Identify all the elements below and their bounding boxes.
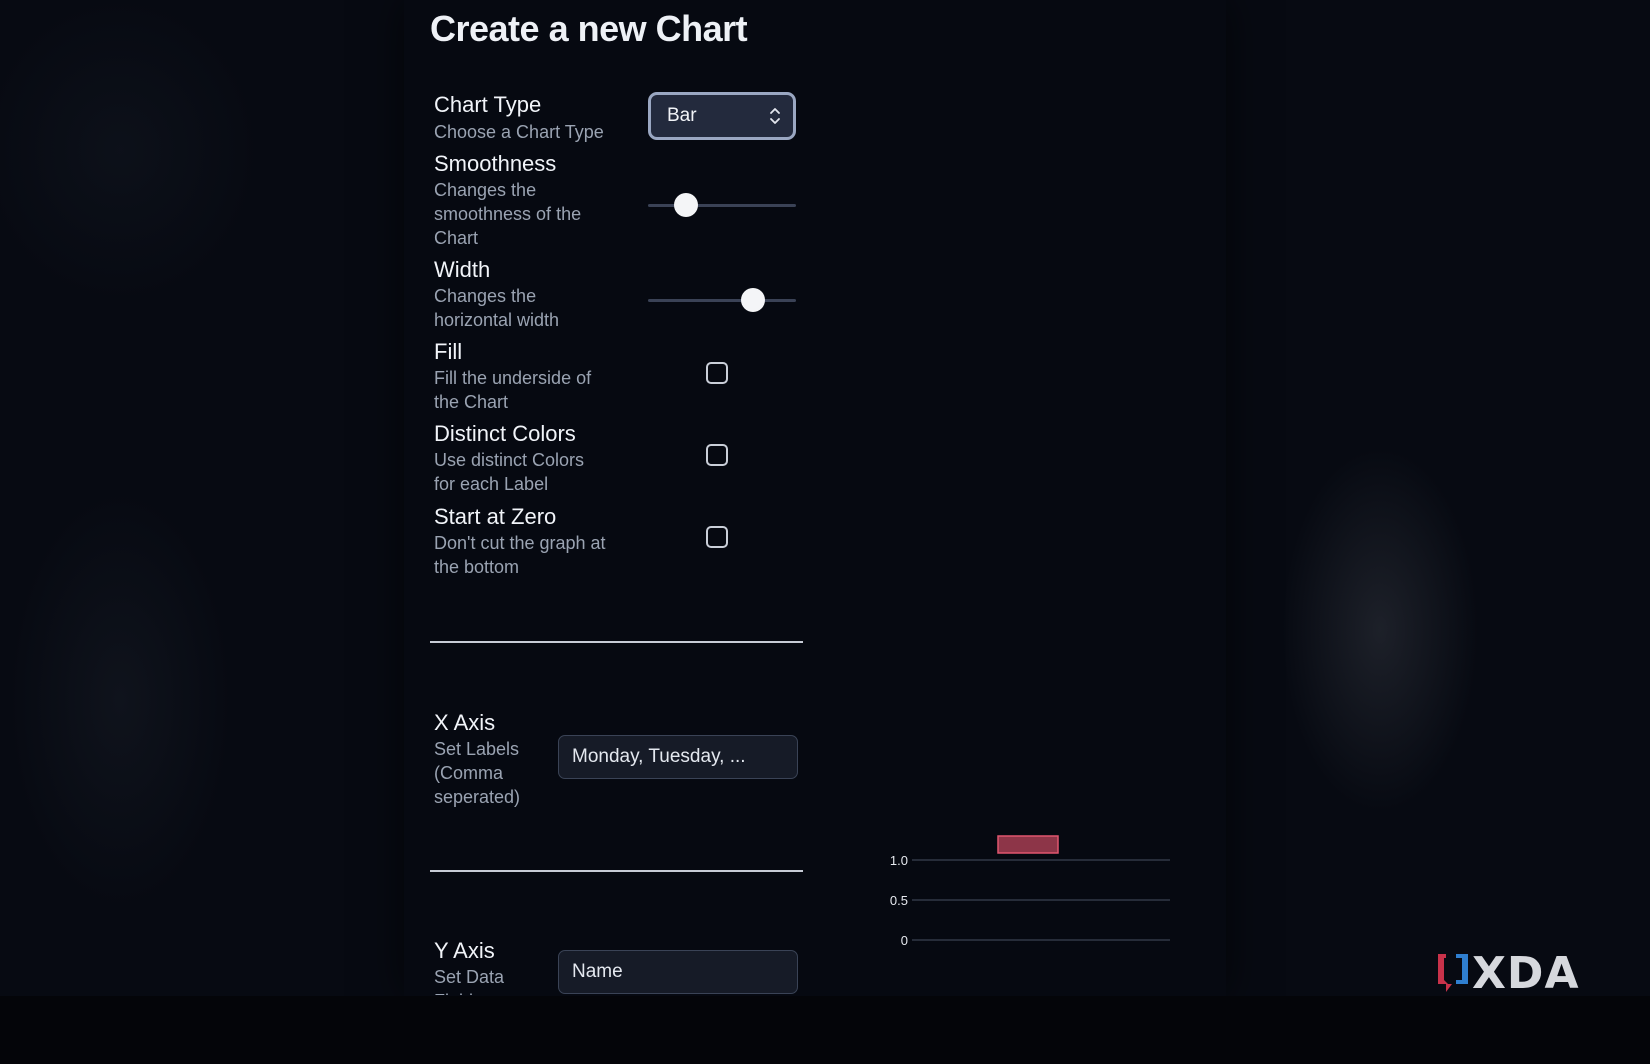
chart-bar — [997, 835, 1059, 854]
width-description: Changes the horizontal width — [434, 286, 560, 330]
chart-y-tick-label: 0 — [901, 933, 908, 948]
fill-description: Fill the underside of the Chart — [434, 368, 592, 412]
x-axis-label: X Axis — [434, 710, 496, 735]
width-slider[interactable] — [648, 288, 796, 312]
width-slider-thumb[interactable] — [741, 288, 766, 312]
smoothness-description: Changes the smoothness of the Chart — [434, 180, 582, 248]
smoothness-label: Smoothness — [434, 151, 557, 176]
xda-logo-icon — [1438, 954, 1468, 992]
y-axis-description: Set Data Fields — [434, 967, 505, 995]
chart-type-select[interactable]: Bar — [648, 92, 796, 140]
distinct-colors-description: Use distinct Colors for each Label — [434, 450, 585, 494]
distinct-colors-label: Distinct Colors — [434, 421, 576, 446]
chart-type-label: Chart Type — [434, 92, 542, 117]
xda-watermark-text: XDA — [1472, 948, 1580, 999]
x-axis-description: Set Labels (Comma seperated) — [434, 739, 521, 807]
smoothness-slider[interactable] — [648, 193, 796, 217]
y-axis-data-input[interactable] — [558, 950, 798, 994]
smoothness-slider-track — [648, 204, 796, 207]
section-divider — [430, 870, 803, 872]
chart-preview: 1.0 0.5 0 — [870, 820, 1180, 950]
y-axis-label: Y Axis — [434, 938, 495, 963]
fill-checkbox[interactable] — [706, 362, 728, 384]
y-axis-description-clip: Set Data Fields — [434, 963, 554, 995]
start-at-zero-description: Don't cut the graph at the bottom — [434, 533, 606, 577]
width-slider-track — [648, 299, 796, 302]
start-at-zero-label: Start at Zero — [434, 504, 557, 529]
chart-type-description: Choose a Chart Type — [434, 122, 604, 142]
distinct-colors-checkbox[interactable] — [706, 444, 728, 466]
smoothness-slider-thumb[interactable] — [674, 193, 699, 217]
section-divider — [430, 641, 803, 643]
x-axis-labels-input[interactable] — [558, 735, 798, 779]
width-label: Width — [434, 257, 491, 282]
bottom-band — [0, 996, 1650, 1064]
page-title: Create a new Chart — [430, 8, 748, 49]
fill-label: Fill — [434, 339, 463, 364]
select-arrows-icon — [770, 108, 780, 124]
start-at-zero-checkbox[interactable] — [706, 526, 728, 548]
chart-y-tick-label: 1.0 — [890, 853, 908, 868]
xda-watermark: XDA — [1434, 948, 1596, 999]
chart-y-tick-label: 0.5 — [890, 893, 908, 908]
chart-type-selected-value: Bar — [667, 105, 697, 126]
chart-svg: 1.0 0.5 0 — [890, 835, 1170, 948]
